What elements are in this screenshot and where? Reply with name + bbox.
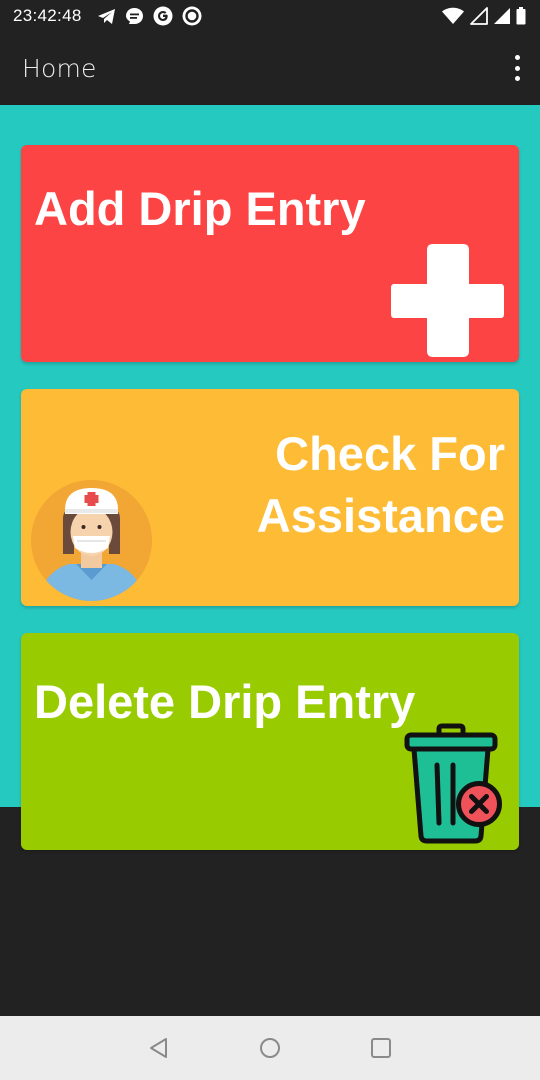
delete-drip-entry-label: Delete Drip Entry: [34, 675, 416, 728]
system-nav-bar: [0, 1016, 540, 1080]
delete-drip-entry-card[interactable]: Delete Drip Entry: [21, 633, 519, 850]
signal-full-icon: [494, 8, 510, 24]
page-title: Home: [22, 54, 97, 83]
app-bar: Home: [0, 34, 540, 105]
add-drip-entry-card[interactable]: Add Drip Entry: [21, 145, 519, 362]
assistance-label-line-1: Check For: [275, 427, 505, 480]
home-icon[interactable]: [258, 1036, 282, 1060]
plus-icon: [391, 244, 504, 357]
check-for-assistance-card[interactable]: Check For Assistance: [21, 389, 519, 606]
back-icon[interactable]: [147, 1036, 171, 1060]
more-vert-icon[interactable]: [512, 55, 522, 81]
ring-icon: [182, 6, 202, 26]
assistance-label-line-2: Assistance: [256, 489, 505, 542]
add-drip-entry-label: Add Drip Entry: [34, 182, 366, 235]
check-for-assistance-label: Check For Assistance: [257, 423, 505, 547]
system-icons: [441, 6, 526, 26]
google-icon: [153, 6, 173, 26]
chat-bubble-icon: [126, 7, 143, 24]
nurse-icon: [31, 480, 152, 601]
status-bar: 23:42:48: [0, 0, 540, 34]
signal-empty-icon: [470, 7, 488, 25]
wifi-icon: [442, 7, 464, 24]
status-time: 23:42:48: [13, 6, 82, 25]
notification-icons: [97, 6, 202, 26]
trash-icon: [404, 723, 502, 844]
recents-icon[interactable]: [369, 1036, 393, 1060]
telegram-icon: [98, 8, 115, 24]
battery-icon: [516, 7, 526, 25]
